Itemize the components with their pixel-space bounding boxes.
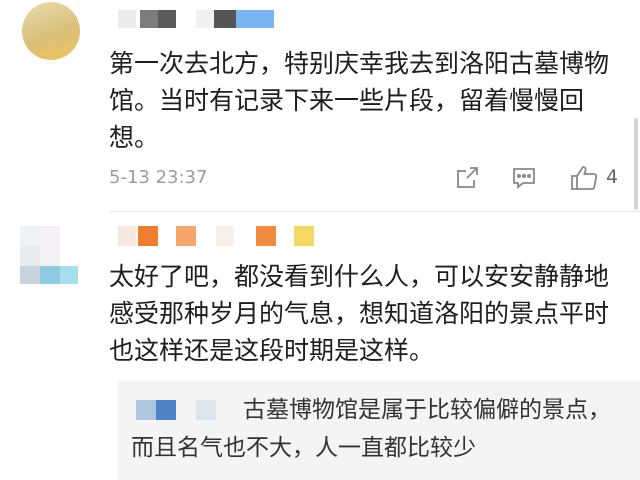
mosaic-block: [216, 226, 234, 246]
comment-text: 太好了吧，都没看到什么人，可以安安静静地感受那种岁月的气息，想知道洛阳的景点平时…: [109, 262, 610, 365]
mosaic-block: [40, 226, 60, 246]
mosaic-block: [40, 266, 60, 284]
mosaic-block: [294, 226, 314, 246]
mosaic-block: [140, 10, 158, 28]
mosaic-block: [158, 10, 176, 28]
comment-item: 第一次去北方，特别庆幸我去到洛阳古墓博物馆。当时有记录下来一些片段，留着慢慢回想…: [0, 0, 640, 212]
mosaic-block: [60, 266, 78, 284]
mosaic-block: [138, 226, 158, 246]
mosaic-block: [40, 246, 60, 266]
reply-box[interactable]: 古墓博物馆是属于比较偏僻的景点，而且名气也不大，人一直都比较少: [118, 381, 640, 480]
comment-meta: 5-13 23:37 4: [109, 164, 629, 194]
mosaic-block: [196, 10, 214, 28]
mosaic-block: [236, 10, 274, 28]
scrollbar[interactable]: [634, 118, 638, 210]
mosaic-block: [118, 10, 136, 28]
mosaic-block: [20, 266, 40, 284]
reply-text: 古墓博物馆是属于比较偏僻的景点，而且名气也不大，人一直都比较少: [131, 397, 611, 461]
mosaic-block: [176, 226, 196, 246]
mosaic-block: [20, 226, 40, 246]
mosaic-block: [256, 226, 276, 246]
like-icon[interactable]: [569, 164, 599, 192]
avatar[interactable]: [22, 2, 80, 60]
comment-text: 第一次去北方，特别庆幸我去到洛阳古墓博物馆。当时有记录下来一些片段，留着慢慢回想…: [109, 49, 610, 152]
mosaic-block: [20, 246, 40, 266]
mosaic-block: [214, 10, 236, 28]
like-count: 4: [606, 166, 619, 188]
comment-icon[interactable]: [510, 164, 538, 192]
share-icon[interactable]: [453, 164, 481, 192]
mosaic-block: [118, 226, 136, 246]
comment-timestamp: 5-13 23:37: [109, 167, 208, 188]
comment-item: 太好了吧，都没看到什么人，可以安安静静地感受那种岁月的气息，想知道洛阳的景点平时…: [0, 212, 640, 480]
